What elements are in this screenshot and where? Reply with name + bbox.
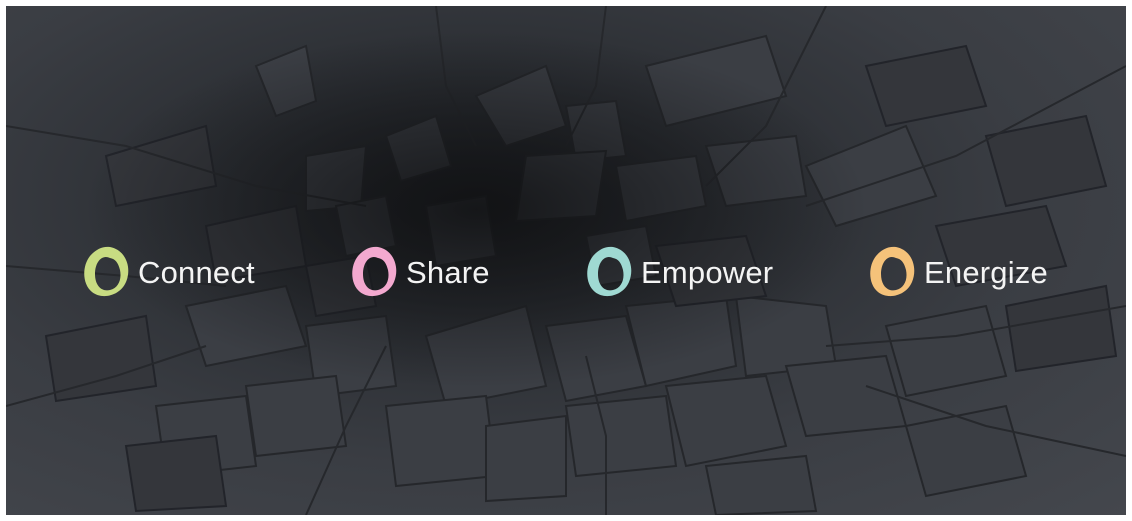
pillar-share: Share bbox=[348, 242, 490, 302]
pillar-label: Energize bbox=[924, 254, 1048, 290]
pink-ring-icon bbox=[352, 246, 397, 297]
orange-ring-icon bbox=[870, 246, 915, 297]
green-ring-icon bbox=[84, 246, 129, 297]
teal-ring-icon bbox=[587, 246, 632, 297]
pillar-label: Connect bbox=[138, 254, 255, 290]
pillar-energize: Energize bbox=[866, 242, 1048, 302]
hero-banner: Connect Share Empower Energize bbox=[6, 6, 1126, 515]
pillar-label: Empower bbox=[641, 254, 774, 290]
pillar-label: Share bbox=[406, 254, 490, 290]
pillar-connect: Connect bbox=[80, 242, 255, 302]
pillar-empower: Empower bbox=[583, 242, 773, 302]
